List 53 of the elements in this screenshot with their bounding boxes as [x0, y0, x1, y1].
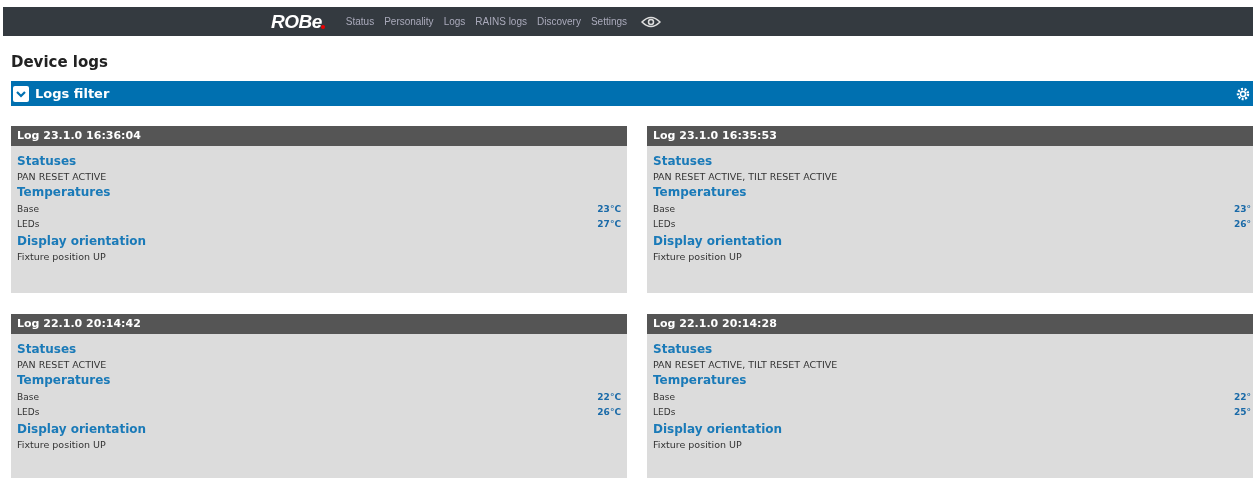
section-heading: Statuses — [17, 342, 78, 356]
temperature-value: 22° — [1233, 391, 1251, 404]
section-heading: Display orientation — [17, 422, 148, 436]
temperature-value: 26°C — [597, 406, 621, 419]
nav-link[interactable]: Discovery — [537, 16, 581, 27]
temperature-value: 22°C — [597, 391, 621, 404]
section-heading: Statuses — [653, 342, 714, 356]
temperature-value: 26° — [1233, 218, 1251, 231]
nav-link[interactable]: Personality — [384, 16, 434, 27]
status-text: PAN RESET ACTIVE, TILT RESET ACTIVE — [653, 171, 839, 182]
status-text: PAN RESET ACTIVE — [17, 359, 108, 370]
nav-link[interactable]: Status — [345, 16, 375, 27]
section-heading: Display orientation — [17, 234, 148, 248]
status-text: PAN RESET ACTIVE — [17, 171, 108, 182]
nav-link[interactable]: Settings — [590, 16, 628, 27]
temperature-value: 23°C — [597, 203, 621, 216]
settings-icon[interactable] — [1236, 86, 1250, 101]
sensor-name: Base — [653, 203, 675, 216]
temperature-value: 25° — [1233, 406, 1251, 419]
chevron-icon[interactable] — [13, 85, 29, 102]
filter-bar[interactable]: Logs filter — [11, 81, 1253, 106]
filter-label: Logs filter — [35, 86, 111, 101]
temperature-value: 27°C — [597, 218, 621, 231]
nav-link[interactable]: Logs — [443, 16, 466, 27]
section-heading: Temperatures — [17, 185, 112, 199]
sensor-name: Base — [653, 391, 675, 404]
sensor-name: LEDs — [17, 406, 40, 419]
nav-link[interactable]: RAINS logs — [475, 16, 527, 27]
status-text: PAN RESET ACTIVE, TILT RESET ACTIVE — [653, 359, 839, 370]
log-title: Log 23.1.0 16:36:04 — [11, 126, 627, 146]
section-heading: Display orientation — [653, 422, 784, 436]
orientation-text: Fixture position UP — [653, 439, 743, 450]
section-heading: Statuses — [653, 154, 714, 168]
temperature-value: 23° — [1233, 203, 1251, 216]
sensor-name: LEDs — [653, 218, 676, 231]
page-title: Device logs — [11, 52, 109, 72]
section-heading: Temperatures — [653, 185, 748, 199]
brand-logo[interactable]: ROBe — [271, 10, 322, 33]
sensor-name: Base — [17, 203, 39, 216]
sensor-name: LEDs — [653, 406, 676, 419]
eye-icon[interactable] — [641, 15, 662, 28]
section-heading: Display orientation — [653, 234, 784, 248]
section-heading: Temperatures — [653, 373, 748, 387]
sensor-name: LEDs — [17, 218, 40, 231]
orientation-text: Fixture position UP — [17, 439, 107, 450]
log-title: Log 23.1.0 16:35:53 — [647, 126, 1253, 146]
log-title: Log 22.1.0 20:14:28 — [647, 314, 1253, 334]
log-title: Log 22.1.0 20:14:42 — [11, 314, 627, 334]
section-heading: Temperatures — [17, 373, 112, 387]
orientation-text: Fixture position UP — [17, 251, 107, 262]
section-heading: Statuses — [17, 154, 78, 168]
sensor-name: Base — [17, 391, 39, 404]
orientation-text: Fixture position UP — [653, 251, 743, 262]
